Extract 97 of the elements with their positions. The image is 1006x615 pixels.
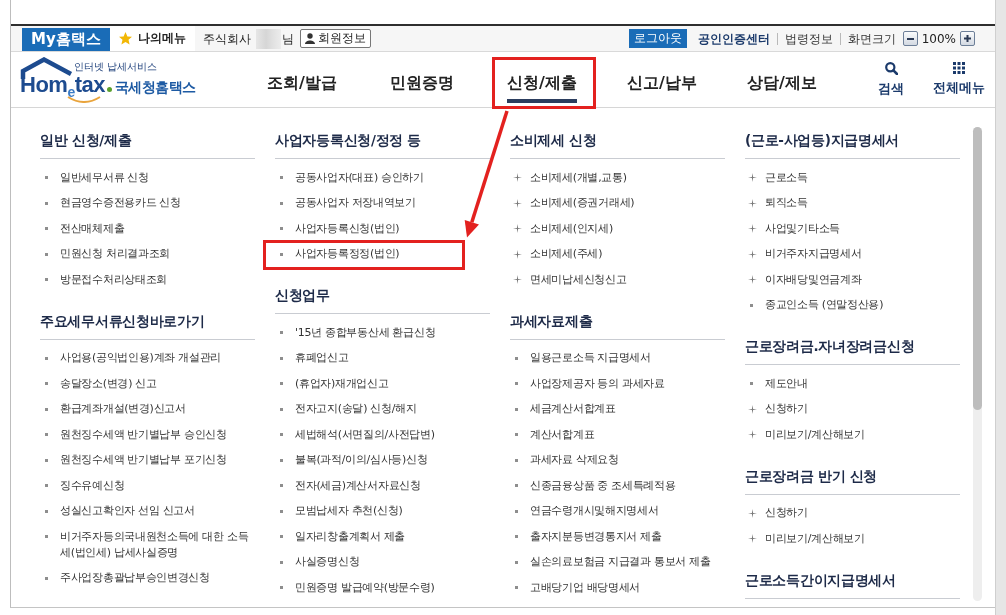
grid-menu-icon (953, 62, 965, 74)
menu-link[interactable]: 전자(세금)계산서자료신청 (275, 477, 421, 494)
dot-icon (107, 87, 112, 92)
menu-link[interactable]: 연금수령개시및해지명세서 (510, 503, 659, 520)
menu-link[interactable]: 휴폐업신고 (275, 350, 349, 367)
smile-curve-icon (67, 96, 101, 103)
menu-link[interactable]: 징수유예신청 (40, 477, 125, 494)
menu-link[interactable]: 계산서합계표 (510, 426, 595, 443)
menu-link[interactable]: 전자고지(송달) 신청/해지 (275, 401, 417, 418)
menu-link[interactable]: 민원증명 발급예약(방문수령) (275, 579, 435, 596)
section-title: 근로장려금 반기 신청 (745, 466, 878, 486)
section-title: 소비제세 신청 (510, 131, 597, 150)
menu-link[interactable]: 사업용(공익법인용)계좌 개설관리 (40, 350, 221, 367)
menu-link[interactable]: 소비제세(개별,교통) (510, 169, 627, 186)
menu-link[interactable]: 미리보기/계산해보기 (745, 530, 865, 547)
menu-link[interactable]: 공동사업자 저장내역보기 (275, 195, 416, 212)
menu-link[interactable]: 사업장제공자 등의 과세자료 (510, 375, 665, 392)
menu-link[interactable]: 출자지분등변경통지서 제출 (510, 528, 662, 545)
scrollbar-thumb[interactable] (973, 127, 982, 410)
menu-link[interactable]: 비거주자등의국내원천소득에 대한 소득세(법인세) 납세사실증명 (40, 528, 255, 561)
menu-link[interactable]: 환급계좌개설(변경)신고서 (40, 401, 186, 418)
menu-link[interactable]: 전산매체제출 (40, 220, 125, 237)
search-icon (884, 62, 898, 75)
search-button[interactable]: 검색 (866, 52, 916, 97)
section-title: 근로장려금.자녀장려금신청 (745, 337, 915, 356)
section-title: 과세자료제출 (510, 311, 593, 331)
menu-link[interactable]: 세금계산서합계표 (510, 401, 616, 418)
user-company-label: 주식회사 (202, 31, 251, 46)
menu-link[interactable]: 이자배당및연금계좌 (745, 271, 862, 288)
menu-link[interactable]: 소비제세(증권거래세) (510, 195, 635, 212)
menu-link[interactable]: 고배당기업 배당명세서 (510, 579, 641, 596)
section-title: 일반 신청/제출 (40, 131, 132, 150)
menu-link[interactable]: 일자리창출계획서 제출 (275, 528, 406, 545)
my-menu-link[interactable]: 나의메뉴 (109, 26, 195, 51)
nav-tab[interactable]: 신청/제출 (507, 52, 577, 103)
menu-link[interactable]: 비거주자지급명세서 (745, 246, 862, 263)
section-title: (근로-사업등)지급명세서 (745, 131, 900, 150)
plus-icon (964, 35, 971, 42)
menu-link[interactable]: 근로소득 (745, 169, 808, 186)
zoom-in-button[interactable] (960, 31, 975, 46)
menu-link[interactable]: 일용근로소득 지급명세서 (510, 350, 651, 367)
menu-link[interactable]: 송달장소(변경) 신고 (40, 375, 157, 392)
minus-icon (906, 37, 914, 40)
my-hometax-tab[interactable]: My홈택스 (22, 28, 110, 51)
house-roof-icon (20, 57, 74, 79)
person-icon (304, 33, 315, 44)
menu-link[interactable]: 실손의료보험금 지급결과 통보서 제출 (510, 554, 711, 571)
menu-link[interactable]: 과세자료 삭제요청 (510, 452, 619, 469)
zoom-out-button[interactable] (902, 31, 918, 46)
menu-link[interactable]: 퇴직소득 (745, 195, 808, 212)
menu-link[interactable]: 종교인소득 (연말정산용) (745, 297, 884, 314)
logout-button[interactable]: 로그아웃 (628, 29, 687, 48)
menu-link[interactable]: 사실증명신청 (275, 554, 360, 571)
header-link[interactable]: 법령정보 (776, 32, 840, 45)
header-link[interactable]: 공인인증센터 (690, 32, 777, 45)
menu-link[interactable]: 일반세무서류 신청 (40, 169, 149, 186)
menu-link[interactable]: 성실신고확인자 선임 신고서 (40, 503, 195, 520)
menu-link[interactable]: 모범납세자 추천(신청) (275, 503, 403, 520)
menu-link[interactable]: 소비제세(주세) (510, 246, 603, 263)
menu-link[interactable]: 미리보기/계산해보기 (745, 426, 865, 443)
nav-tab[interactable]: 신고/납부 (627, 52, 697, 103)
logo-wordmark: Hom$_{e}$tax (20, 73, 105, 97)
section-title: 주요세무서류신청바로가기 (40, 311, 205, 331)
menu-link[interactable]: '15년 종합부동산세 환급신청 (275, 324, 436, 341)
menu-link[interactable]: (휴업자)재개업신고 (275, 375, 389, 392)
nav-tab[interactable]: 조회/발급 (267, 52, 337, 103)
nav-tab[interactable]: 상담/제보 (747, 52, 817, 103)
menu-link[interactable]: 민원신청 처리결과조회 (40, 246, 171, 263)
nav-tab[interactable]: 민원증명 (390, 52, 454, 103)
header-link[interactable]: 화면크기 (839, 32, 903, 45)
star-icon (118, 32, 132, 45)
section-title: 근로소득간이지급명세서 (745, 570, 896, 590)
section-title: 신청업무 (275, 286, 330, 305)
menu-link[interactable]: 원천징수세액 반기별납부 포기신청 (40, 452, 227, 469)
menu-link[interactable]: 원천징수세액 반기별납부 승인신청 (40, 426, 227, 443)
logo-tagline: 인터넷 납세서비스 (74, 61, 158, 73)
menu-link[interactable]: 신종금융상품 중 조세특례적용 (510, 477, 676, 494)
menu-link[interactable]: 불복(과적/이의/심사등)신청 (275, 452, 428, 469)
menu-link[interactable]: 세법해석(서면질의/사전답변) (275, 426, 435, 443)
menu-link[interactable]: 방문접수처리상태조회 (40, 271, 167, 288)
menu-link[interactable]: 신청하기 (745, 401, 808, 418)
user-honorific: 님 (281, 31, 294, 46)
menu-link[interactable]: 면세미납세신청신고 (510, 271, 627, 288)
logo-name: 국세청홈택스 (115, 78, 196, 96)
menu-link[interactable]: 신청하기 (745, 505, 808, 522)
member-info-button[interactable]: 회원정보 (299, 29, 371, 48)
menu-link[interactable]: 주사업장총괄납부승인변경신청 (40, 570, 210, 587)
menu-link[interactable]: 사업및기타소득 (745, 220, 840, 237)
menu-link[interactable]: 사업자등록정정(법인) (275, 246, 400, 263)
zoom-level: 100% (921, 31, 956, 46)
all-menu-button[interactable]: 전체메뉴 (928, 52, 990, 96)
menu-link[interactable]: 공동사업자(대표) 승인하기 (275, 169, 424, 186)
menu-link[interactable]: 현금영수증전용카드 신청 (40, 195, 181, 212)
menu-link[interactable]: 소비제세(인지세) (510, 220, 613, 237)
section-title: 사업자등록신청/정정 등 (275, 131, 422, 150)
menu-link[interactable]: 제도안내 (745, 375, 808, 392)
menu-link[interactable]: 사업자등록신청(법인) (275, 220, 400, 237)
